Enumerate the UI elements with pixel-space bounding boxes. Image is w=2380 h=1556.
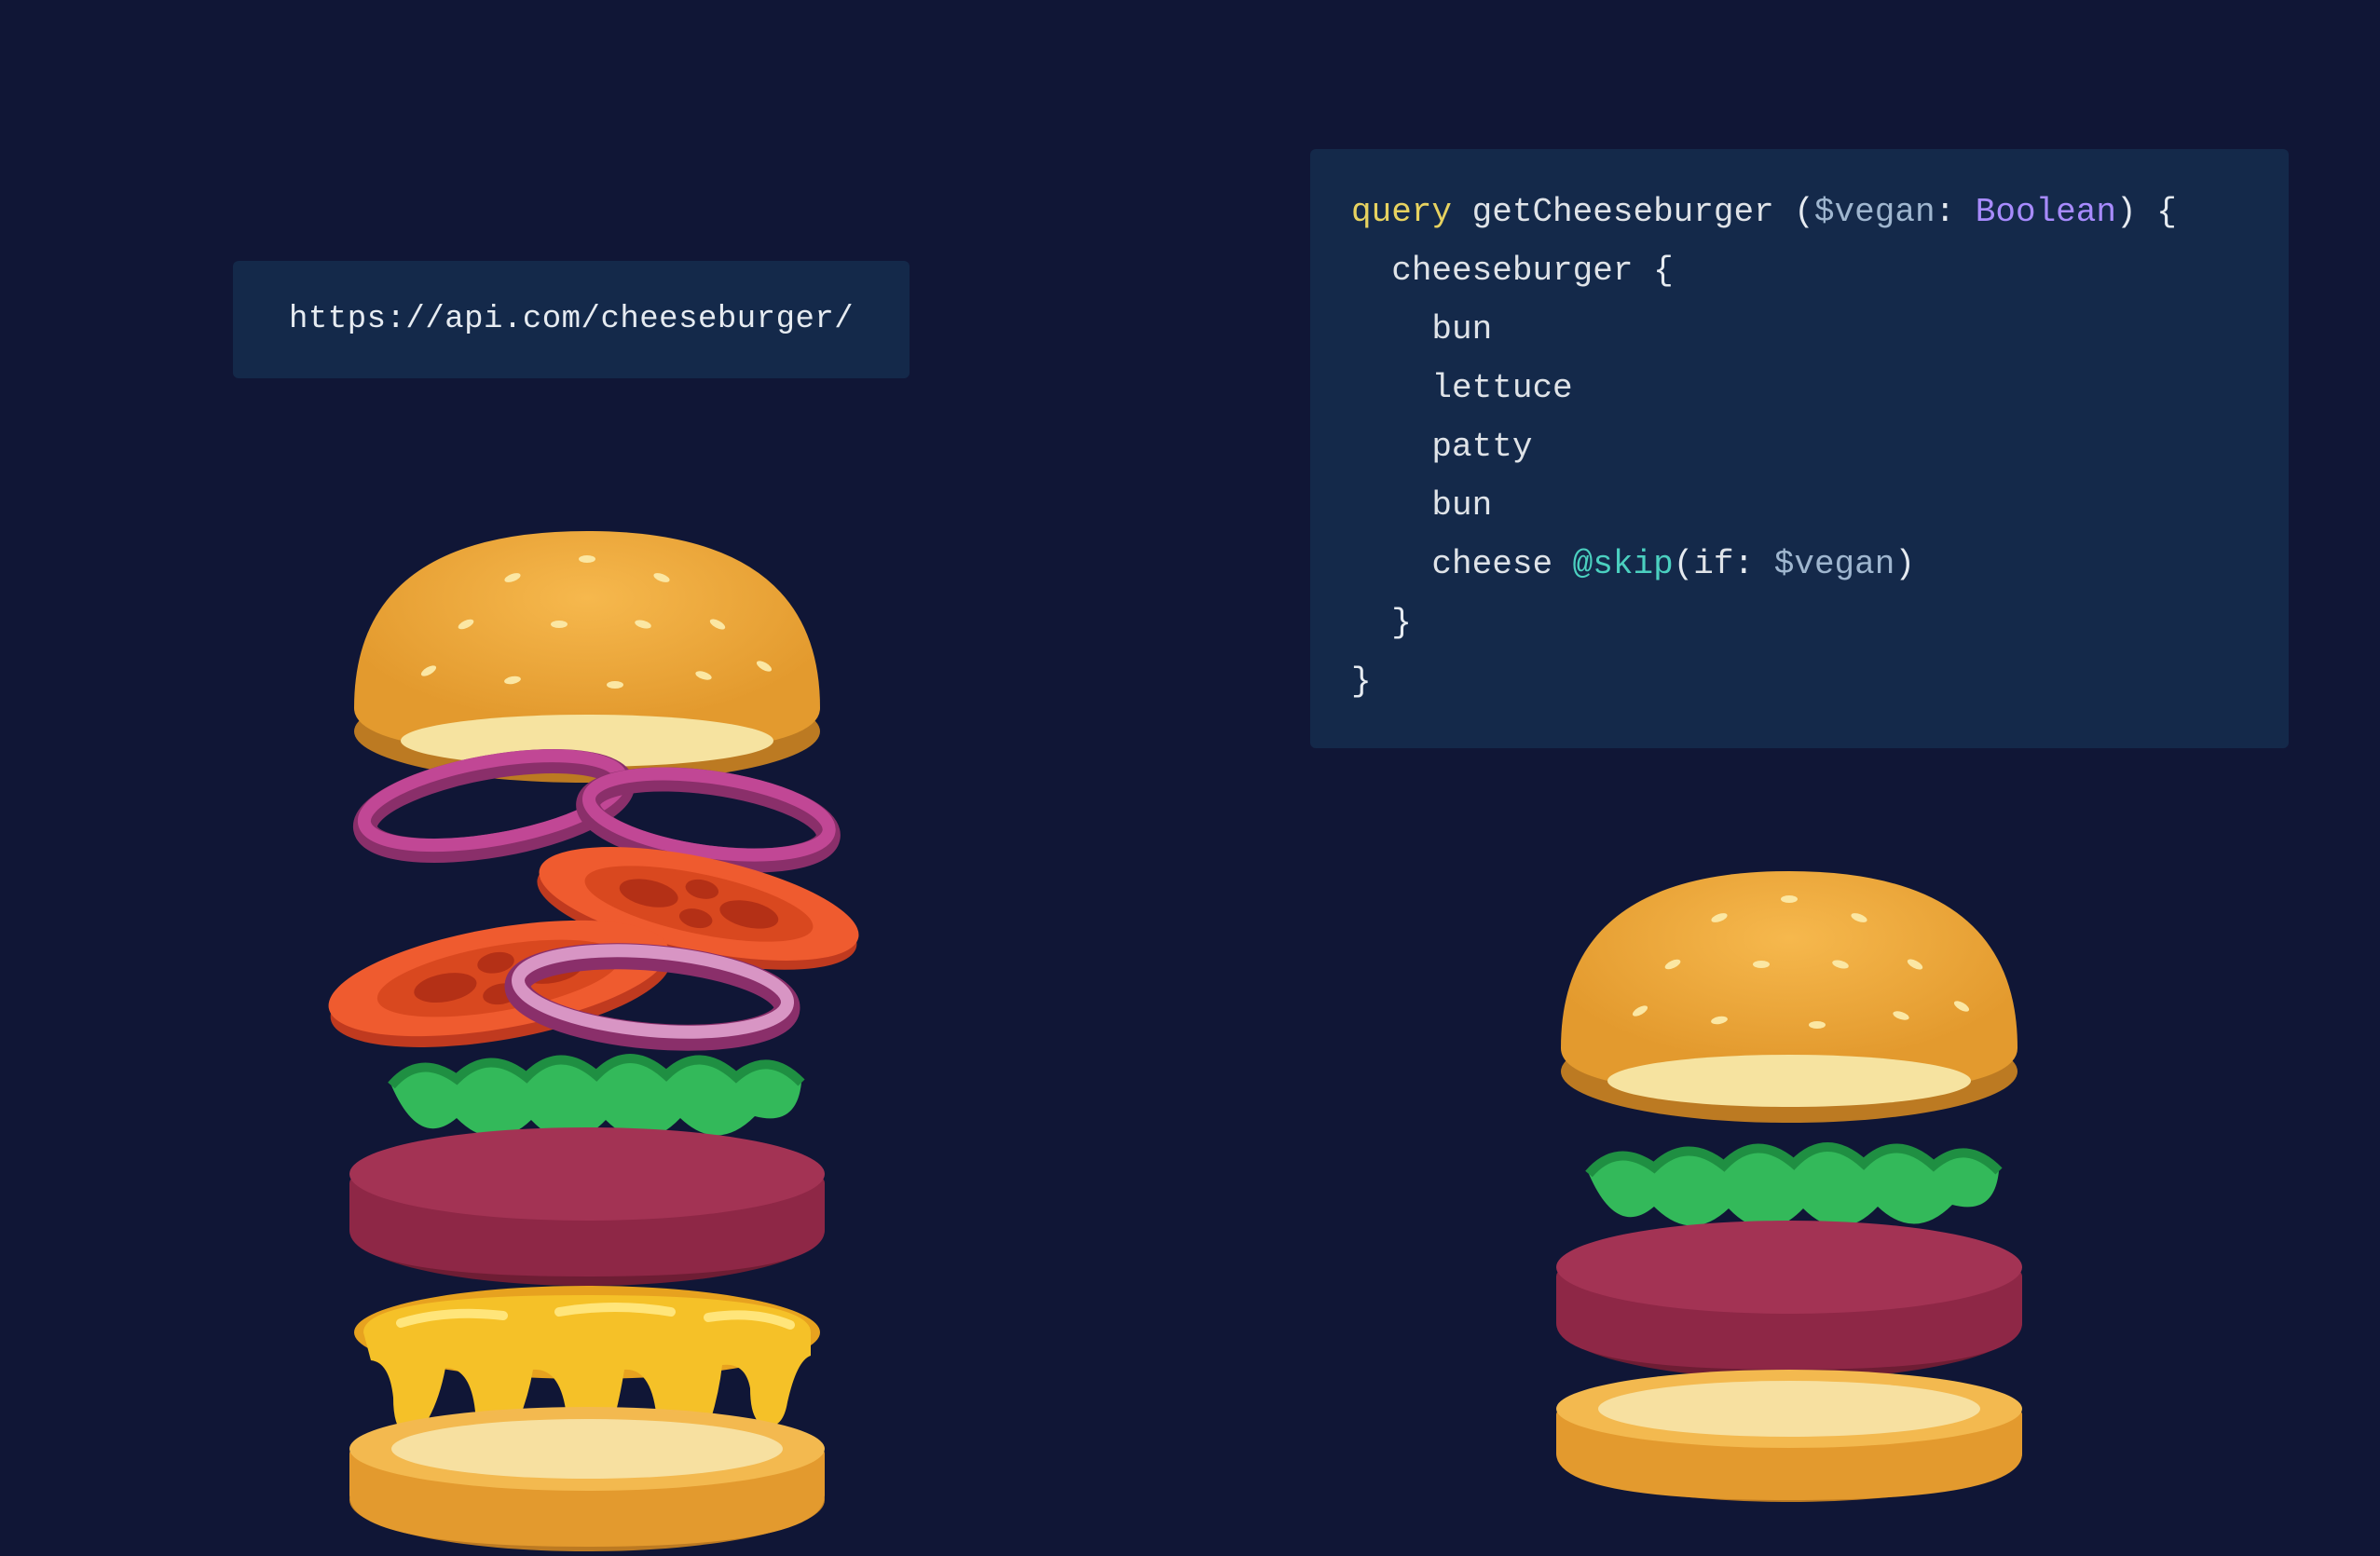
full-cheeseburger-icon [280, 512, 895, 1556]
lean-burger-icon [1500, 857, 2078, 1509]
directive-arg-name: if [1693, 545, 1733, 583]
variable-name: $vegan [1814, 193, 1935, 231]
variable-type: Boolean [1976, 193, 2116, 231]
directive-arg-value: $vegan [1774, 545, 1895, 583]
graphql-query-box: query getCheeseburger ($vegan: Boolean) … [1310, 149, 2289, 748]
field-bun-2: bun [1431, 486, 1492, 525]
field-patty: patty [1431, 428, 1532, 466]
operation-name: getCheeseburger [1472, 193, 1774, 231]
rest-endpoint-box: https://api.com/cheeseburger/ [233, 261, 910, 378]
field-bun-1: bun [1431, 310, 1492, 348]
root-field: cheeseburger [1391, 252, 1633, 290]
field-lettuce: lettuce [1431, 369, 1572, 407]
field-cheese: cheese [1431, 545, 1552, 583]
rest-endpoint-url: https://api.com/cheeseburger/ [289, 302, 854, 337]
graphql-query-code: query getCheeseburger ($vegan: Boolean) … [1351, 183, 2248, 711]
directive-skip: @skip [1573, 545, 1674, 583]
keyword-query: query [1351, 193, 1452, 231]
